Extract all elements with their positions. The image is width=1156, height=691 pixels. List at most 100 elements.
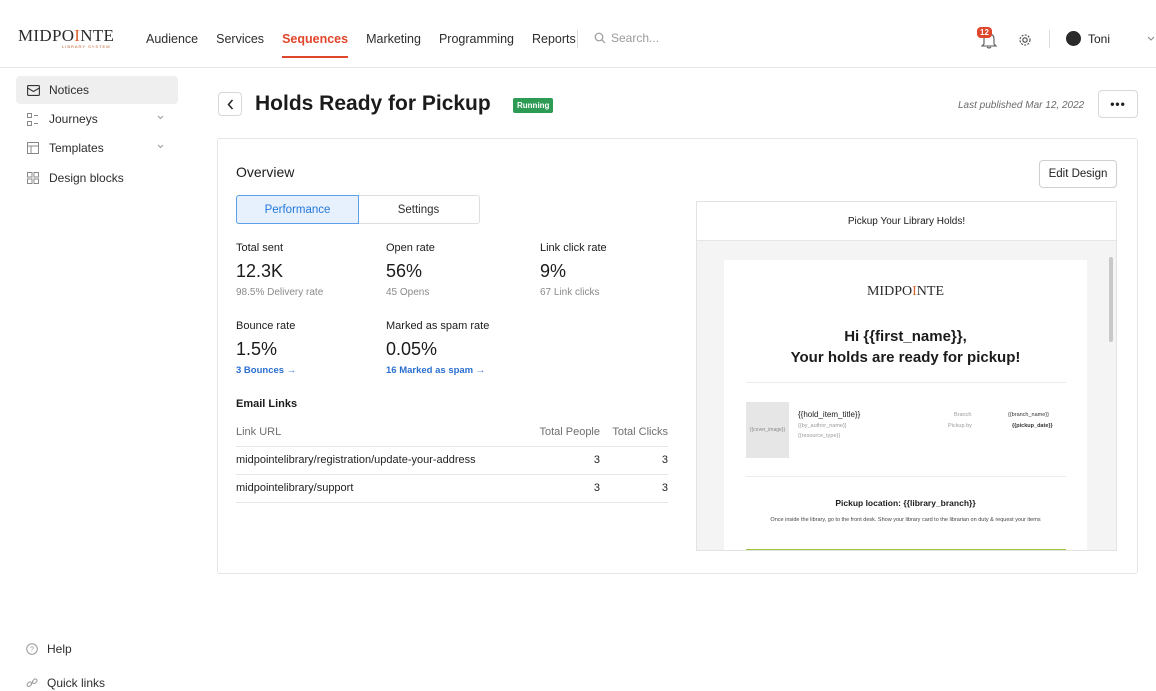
more-options-button[interactable]: ••• <box>1098 90 1138 118</box>
metric-label: Marked as spam rate <box>386 320 490 332</box>
preview-scrollbar[interactable] <box>1109 257 1113 342</box>
sidebar-quick-links-label: Quick links <box>47 676 106 690</box>
spam-link[interactable]: 16 Marked as spam → <box>386 365 489 376</box>
sidebar-help[interactable]: ? Help <box>16 642 72 656</box>
tab-performance[interactable]: Performance <box>236 195 359 224</box>
metric-value: 12.3K <box>236 261 284 281</box>
nav-divider-2 <box>1049 30 1050 48</box>
metric-open-rate: Open rate 56% 45 Opens <box>386 242 435 298</box>
user-menu[interactable]: Toni <box>1066 31 1110 46</box>
metric-label: Bounce rate <box>236 320 296 332</box>
blocks-icon <box>26 171 40 185</box>
sidebar-item-design-blocks[interactable]: Design blocks <box>16 164 178 192</box>
nav-audience[interactable]: Audience <box>146 32 198 46</box>
user-name: Toni <box>1088 31 1111 46</box>
email-body: MIDPOINTE Hi {{first_name}}, Your holds … <box>724 260 1087 550</box>
metric-value: 0.05% <box>386 339 438 359</box>
notification-badge: 12 <box>977 27 992 38</box>
envelope-icon <box>26 83 40 97</box>
pickup-date-value: {{pickup_date}} <box>1012 423 1053 429</box>
total-people-cell: 3 <box>526 474 600 503</box>
link-url-cell[interactable]: midpointelibrary/registration/update-you… <box>236 446 526 475</box>
journeys-icon <box>26 112 40 126</box>
metric-value: 1.5% <box>236 339 278 359</box>
email-greeting: Hi {{first_name}}, Your holds are ready … <box>790 328 1021 366</box>
overview-tabs: Performance Settings <box>236 195 480 224</box>
back-button[interactable] <box>218 92 242 116</box>
chevron-down-icon <box>157 115 164 120</box>
email-links-title: Email Links <box>236 398 298 410</box>
metric-label: Total sent <box>236 242 284 254</box>
edit-design-button[interactable]: Edit Design <box>1039 160 1117 188</box>
nav-services[interactable]: Services <box>216 32 264 46</box>
overview-title: Overview <box>236 164 295 180</box>
email-preview[interactable]: Pickup Your Library Holds! MIDPOINTE Hi … <box>696 201 1117 551</box>
link-url-cell[interactable]: midpointelibrary/support <box>236 474 526 503</box>
metric-sub: 98.5% Delivery rate <box>236 287 324 298</box>
chevron-down-icon <box>157 144 164 149</box>
table-header-row: Link URL Total People Total Clicks <box>236 418 668 447</box>
metric-spam-rate: Marked as spam rate 0.05% 16 Marked as s… <box>386 320 489 376</box>
pickup-instructions: Once inside the library, go to the front… <box>770 517 1041 523</box>
metric-label: Link click rate <box>540 242 607 254</box>
table-row[interactable]: midpointelibrary/registration/update-you… <box>236 446 668 475</box>
cta-bar <box>746 549 1066 550</box>
total-people-cell: 3 <box>526 446 600 475</box>
author-name: {{by_author_name}} <box>798 423 847 429</box>
pickup-location: Pickup location: {{library_branch}} <box>835 498 976 508</box>
column-header-total-people: Total People <box>526 418 600 447</box>
metric-link-click-rate: Link click rate 9% 67 Link clicks <box>540 242 607 298</box>
email-logo: MIDPOINTE <box>866 284 944 299</box>
status-badge: Running <box>513 98 554 113</box>
cover-image-placeholder: {{cover_image}} <box>746 402 789 458</box>
sidebar: Notices Journeys Templates Design blocks… <box>0 68 186 691</box>
preview-subject: Pickup Your Library Holds! <box>697 202 1116 241</box>
sidebar-item-label: Journeys <box>49 112 98 126</box>
search-icon <box>594 32 606 44</box>
resource-type: {{resource_type}} <box>798 433 841 439</box>
brand-logo[interactable]: MIDPOINTE LIBRARY SYSTEM <box>18 26 114 49</box>
total-clicks-cell: 3 <box>600 446 668 475</box>
sidebar-item-label: Design blocks <box>49 171 124 185</box>
metric-bounce-rate: Bounce rate 1.5% 3 Bounces → <box>236 320 296 376</box>
tab-settings[interactable]: Settings <box>358 196 479 223</box>
search-box[interactable]: Search... <box>594 31 659 45</box>
divider <box>746 476 1066 477</box>
branch-value: {{branch_name}} <box>1008 412 1049 418</box>
hold-item-title: {{hold_item_title}} <box>798 410 861 419</box>
chevron-left-icon <box>226 99 233 109</box>
column-header-total-clicks: Total Clicks <box>600 418 668 447</box>
nav-programming[interactable]: Programming <box>439 32 514 46</box>
metric-sub: 67 Link clicks <box>540 287 600 298</box>
sidebar-item-templates[interactable]: Templates <box>16 134 178 162</box>
svg-text:?: ? <box>30 645 34 654</box>
sidebar-item-journeys[interactable]: Journeys <box>16 105 178 133</box>
sidebar-quick-links[interactable]: Quick links <box>16 676 105 690</box>
chevron-down-icon[interactable] <box>1147 36 1155 42</box>
divider <box>746 382 1066 383</box>
metric-value: 56% <box>386 261 423 281</box>
nav-reports[interactable]: Reports <box>532 32 576 46</box>
page-title: Holds Ready for Pickup <box>255 92 491 115</box>
search-input[interactable]: Search... <box>611 31 659 45</box>
sidebar-item-label: Templates <box>49 141 104 155</box>
last-published: Last published Mar 12, 2022 <box>958 100 1085 111</box>
metric-value: 9% <box>540 261 567 281</box>
gear-icon <box>1019 34 1031 46</box>
help-icon: ? <box>26 643 38 655</box>
avatar <box>1066 31 1081 46</box>
sidebar-item-notices[interactable]: Notices <box>16 76 178 104</box>
bounces-link[interactable]: 3 Bounces → <box>236 365 296 376</box>
notification-bell[interactable]: 12 <box>977 27 1000 50</box>
nav-marketing[interactable]: Marketing <box>366 32 421 46</box>
top-nav: MIDPOINTE LIBRARY SYSTEM Audience Servic… <box>0 0 1156 68</box>
metric-label: Open rate <box>386 242 435 254</box>
email-links-table: Link URL Total People Total Clicks midpo… <box>236 418 668 503</box>
metric-sub: 45 Opens <box>386 287 430 298</box>
table-row[interactable]: midpointelibrary/support 3 3 <box>236 474 668 503</box>
sidebar-item-label: Notices <box>49 83 90 97</box>
settings-gear[interactable] <box>1018 33 1032 50</box>
total-clicks-cell: 3 <box>600 474 668 503</box>
nav-sequences[interactable]: Sequences <box>282 32 349 58</box>
nav-divider <box>577 30 578 48</box>
